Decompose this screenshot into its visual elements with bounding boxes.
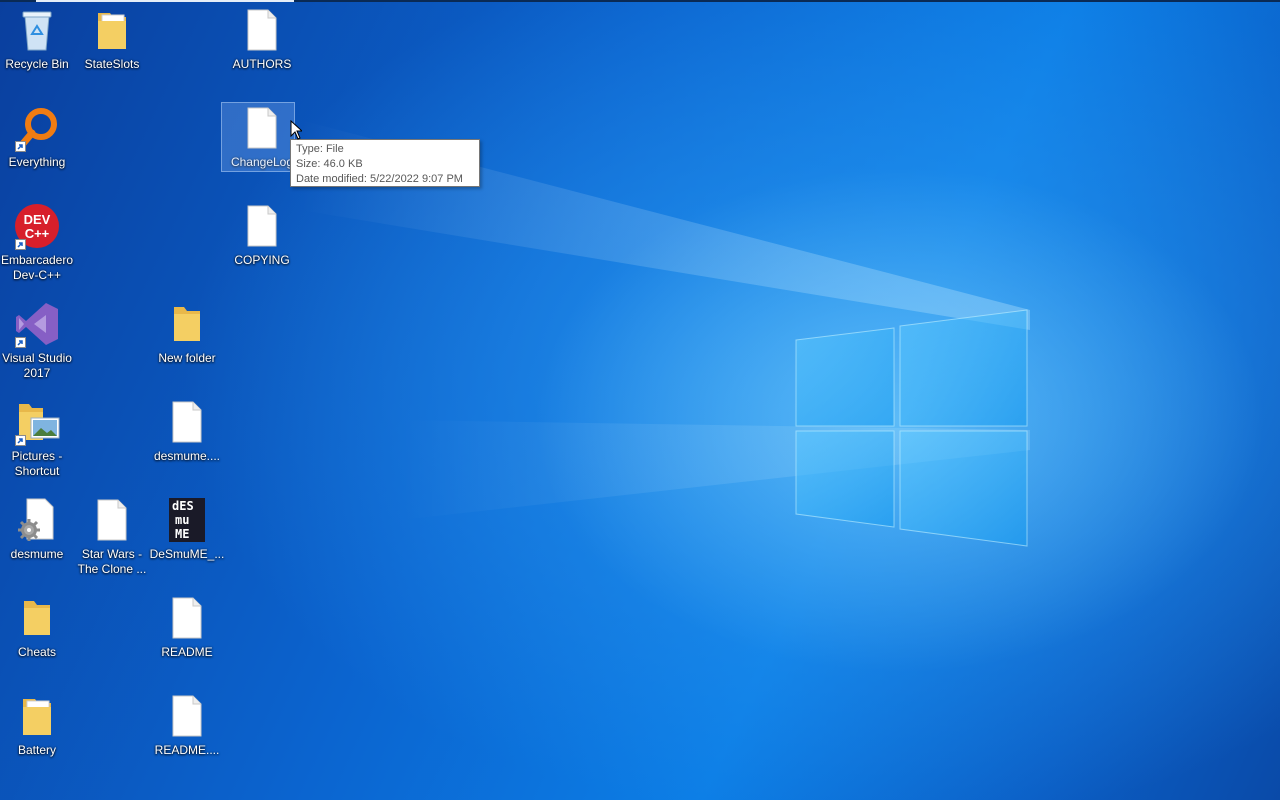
icon-label: README....: [154, 743, 220, 757]
icon-label: Cheats: [17, 645, 57, 659]
file-icon: [238, 106, 286, 150]
icon-label: desmume....: [153, 449, 221, 463]
visual-studio-icon: [13, 302, 61, 348]
desktop-icon-changelog[interactable]: ChangeLog: [221, 102, 299, 196]
svg-text:ME: ME: [175, 527, 189, 541]
tooltip-type: Type: File: [296, 143, 344, 155]
desktop-icon-visual-studio[interactable]: Visual Studio 2017: [0, 302, 74, 392]
icon-label: StateSlots: [84, 57, 140, 71]
icon-label: Visual Studio 2017: [2, 351, 72, 380]
icon-label: desmume: [10, 547, 64, 561]
desktop-icon-authors[interactable]: AUTHORS: [225, 8, 299, 98]
folder-icon: [163, 302, 211, 346]
icon-label: Embarcadero Dev-C++: [0, 253, 74, 282]
shortcut-arrow-icon: [15, 141, 26, 152]
file-icon: [88, 498, 136, 542]
file-icon: [238, 204, 286, 248]
file-icon: [163, 400, 211, 444]
desktop-icon-new-folder[interactable]: New folder: [150, 302, 224, 392]
mouse-pointer-icon: [290, 120, 302, 140]
desktop-icon-star-wars[interactable]: Star Wars - The Clone ...: [75, 498, 149, 588]
folder-icon: [13, 694, 61, 738]
pictures-folder-icon: [13, 400, 61, 446]
desktop-icon-readme[interactable]: README: [150, 596, 224, 686]
icon-label: Recycle Bin: [5, 57, 69, 71]
icon-label: README: [161, 645, 213, 659]
everything-search-icon: [13, 106, 61, 152]
svg-text:DEV: DEV: [24, 212, 51, 227]
file-icon: [163, 596, 211, 640]
tooltip-date-modified: Date modified: 5/22/2022 9:07 PM: [296, 173, 463, 185]
devcpp-icon: DEV C++: [13, 204, 61, 250]
desktop-icon-desmume-file[interactable]: desmume....: [150, 400, 224, 490]
icon-label: DeSmuME_...: [149, 547, 225, 561]
icon-label: Battery: [17, 743, 56, 757]
icon-label: COPYING: [234, 253, 290, 267]
desktop-icon-everything[interactable]: Everything: [0, 106, 74, 196]
file-info-tooltip: Type: File Size: 46.0 KB Date modified: …: [290, 139, 480, 187]
shortcut-arrow-icon: [15, 435, 26, 446]
desktop-icon-cheats[interactable]: Cheats: [0, 596, 74, 686]
icon-label: Star Wars - The Clone ...: [77, 547, 147, 576]
desktop-icon-pictures-shortcut[interactable]: Pictures - Shortcut: [0, 400, 74, 490]
desktop-icon-battery[interactable]: Battery: [0, 694, 74, 784]
icon-label: Pictures - Shortcut: [11, 449, 63, 478]
folder-icon: [88, 8, 136, 52]
desktop-icon-recycle-bin[interactable]: Recycle Bin: [0, 8, 74, 98]
desktop-icon-readme-2[interactable]: README....: [150, 694, 224, 784]
recycle-bin-icon: [13, 8, 61, 52]
desktop-icon-desmume-app[interactable]: dES mu ME DeSmuME_...: [150, 498, 224, 588]
settings-file-icon: [13, 498, 61, 542]
icon-label: AUTHORS: [232, 57, 292, 71]
window-edge: [0, 0, 1280, 2]
icon-label: Everything: [8, 155, 66, 169]
shortcut-arrow-icon: [15, 239, 26, 250]
file-icon: [163, 694, 211, 738]
file-icon: [238, 8, 286, 52]
shortcut-arrow-icon: [15, 337, 26, 348]
svg-text:C++: C++: [25, 226, 50, 241]
desktop-icon-devcpp[interactable]: DEV C++ Embarcadero Dev-C++: [0, 204, 74, 294]
desktop-icon-copying[interactable]: COPYING: [225, 204, 299, 294]
svg-text:mu: mu: [175, 513, 189, 527]
desmume-app-icon: dES mu ME: [163, 498, 211, 542]
icon-label: New folder: [158, 351, 216, 365]
tooltip-size: Size: 46.0 KB: [296, 158, 363, 170]
desktop-icon-stateslots[interactable]: StateSlots: [75, 8, 149, 98]
svg-text:dES: dES: [172, 499, 194, 513]
folder-icon: [13, 596, 61, 640]
desktop-icon-desmume-settings[interactable]: desmume: [0, 498, 74, 588]
